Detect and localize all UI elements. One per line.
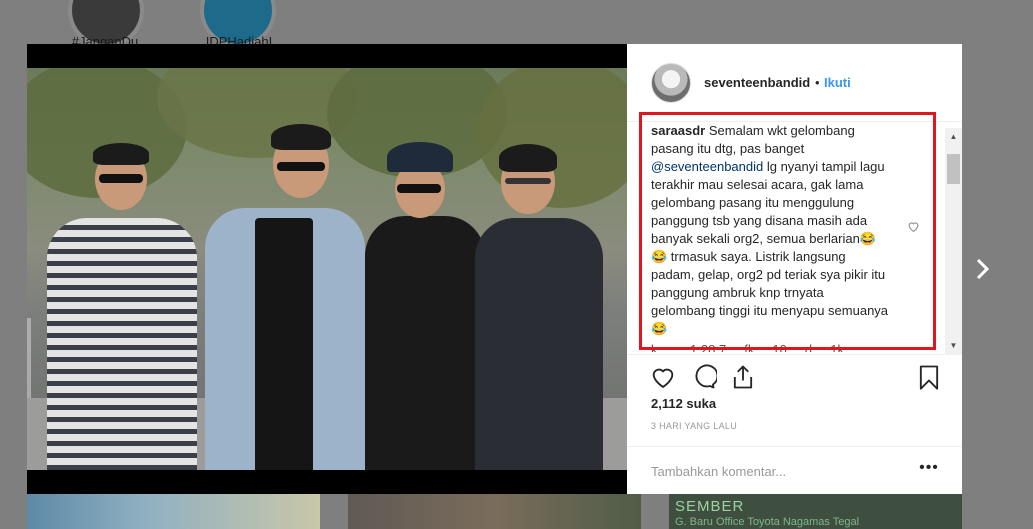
post-modal: seventeenbandid • Ikuti saraasdr Semalam… xyxy=(27,44,962,494)
scroll-thumb[interactable] xyxy=(947,154,960,184)
post-photo-pane xyxy=(27,44,627,494)
thumbnail-title: SEMBER xyxy=(675,498,745,515)
comment-list: saraasdr Semalam wkt gelombang pasang it… xyxy=(627,122,962,352)
add-comment-bar: ••• xyxy=(627,446,962,494)
heart-icon[interactable] xyxy=(649,363,677,391)
post-timestamp[interactable]: 3 HARI YANG LALU xyxy=(651,421,737,431)
grid-thumbnail-1[interactable] xyxy=(27,494,320,529)
scroll-down-arrow-icon[interactable]: ▼ xyxy=(945,337,962,354)
grid-thumbnail-2[interactable] xyxy=(348,494,641,529)
avatar[interactable] xyxy=(651,63,691,103)
comment-scrollbar[interactable]: ▲ ▼ xyxy=(945,128,962,354)
comment-heart-icon[interactable] xyxy=(907,220,921,234)
post-photo[interactable] xyxy=(27,68,627,470)
post-header: seventeenbandid • Ikuti xyxy=(627,44,962,122)
comment-input[interactable] xyxy=(651,461,901,481)
share-icon[interactable] xyxy=(729,363,757,391)
ellipsis-icon[interactable]: ••• xyxy=(917,457,941,481)
comment-text-part2: lg nyanyi tampil lagu terakhir mau seles… xyxy=(651,159,889,336)
thumbnail-subtitle: G. Baru Office Toyota Nagamas Tegal xyxy=(675,516,860,528)
next-comment-peek: k____.1 28 7 ... fk ... 10 ... d ... 1k xyxy=(651,342,844,352)
chevron-right-icon[interactable] xyxy=(968,255,996,283)
comment-author[interactable]: saraasdr xyxy=(651,123,705,138)
comment-item: saraasdr Semalam wkt gelombang pasang it… xyxy=(651,122,891,338)
likes-count[interactable]: 2,112 suka xyxy=(651,396,716,411)
bookmark-icon[interactable] xyxy=(915,363,943,391)
separator-dot: • xyxy=(815,75,820,90)
post-username[interactable]: seventeenbandid xyxy=(704,75,810,90)
post-actions-bar xyxy=(627,354,962,394)
grid-thumbnail-3[interactable]: SEMBER G. Baru Office Toyota Nagamas Teg… xyxy=(669,494,962,529)
scroll-up-arrow-icon[interactable]: ▲ xyxy=(945,128,962,145)
follow-button[interactable]: Ikuti xyxy=(824,75,851,90)
comment-mention-link[interactable]: @seventeenbandid xyxy=(651,159,763,174)
post-side-panel: seventeenbandid • Ikuti saraasdr Semalam… xyxy=(627,44,962,494)
comment-icon[interactable] xyxy=(689,363,719,391)
